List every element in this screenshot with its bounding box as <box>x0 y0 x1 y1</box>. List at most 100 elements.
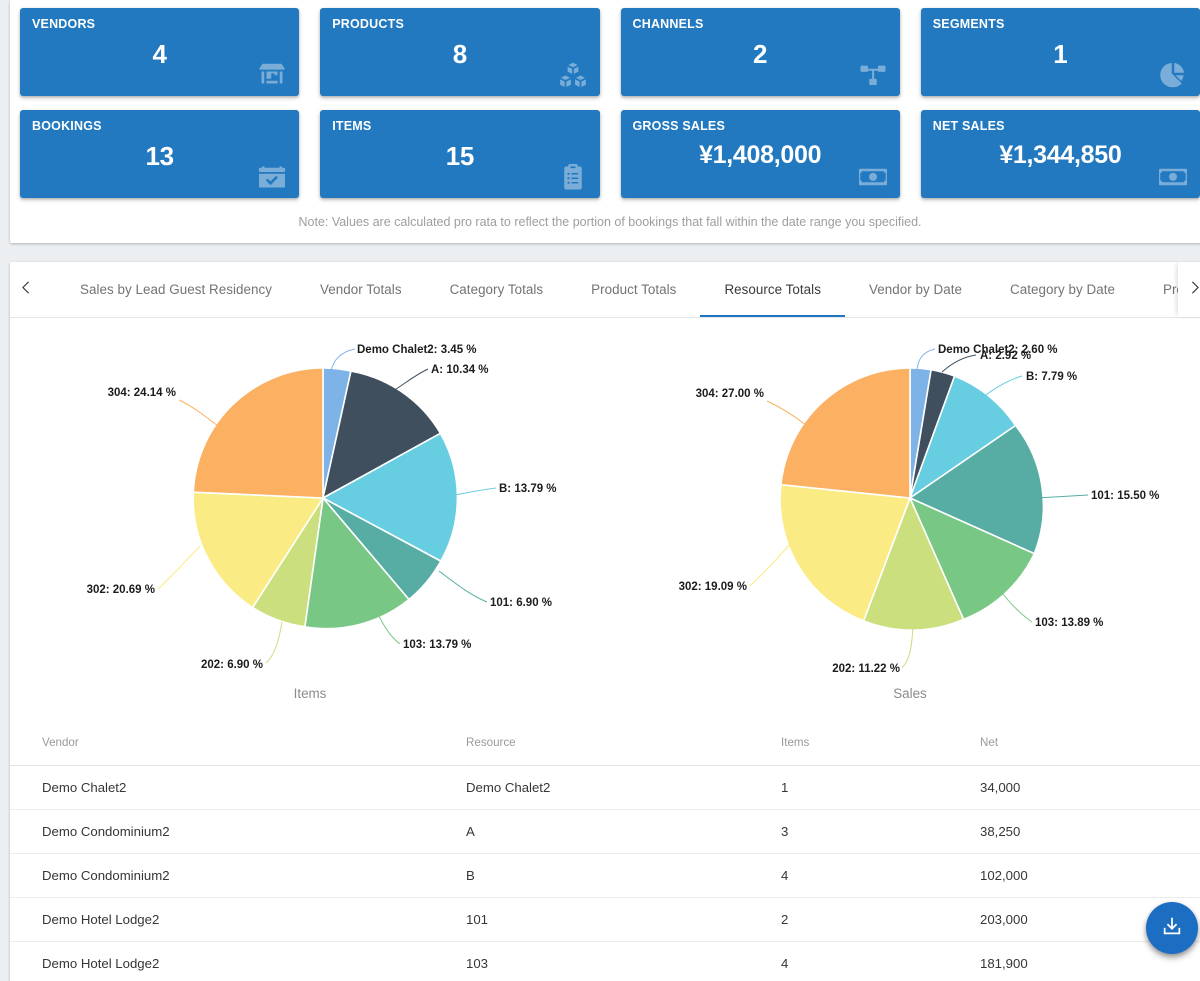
chevron-left-icon <box>18 279 35 301</box>
sales-pie-slices <box>779 367 1045 631</box>
kpi-label: PRODUCTS <box>332 17 404 31</box>
tab-bar: Sales by Lead Guest Residency Vendor Tot… <box>10 262 1200 318</box>
tab-label: Resource Totals <box>724 282 821 297</box>
tab-category-by-date[interactable]: Category by Date <box>986 262 1139 317</box>
tabs-scroll-right-button[interactable] <box>1178 262 1200 317</box>
charts-row: Demo Chalet2: 3.45 % A: 10.34 % B: 13.79… <box>10 318 1200 728</box>
tab-resource-totals[interactable]: Resource Totals <box>700 262 845 317</box>
svg-text:101: 6.90 %: 101: 6.90 % <box>490 597 552 609</box>
tabs-viewport: Sales by Lead Guest Residency Vendor Tot… <box>42 262 1178 317</box>
kpi-label: ITEMS <box>332 119 372 133</box>
kpi-card-bookings[interactable]: BOOKINGS 13 <box>20 110 300 198</box>
resource-totals-table-wrap: Vendor Resource Items Net Demo Chalet2 D… <box>10 728 1200 981</box>
table-row[interactable]: Demo Condominium2 B 4 102,000 <box>10 853 1200 898</box>
table-head: Vendor Resource Items Net <box>10 728 1200 766</box>
cell-items: 4 <box>781 941 980 981</box>
table-header-row: Vendor Resource Items Net <box>10 728 1200 766</box>
summary-panel: VENDORS 4 PRODUCTS 8 CHANNELS 2 SEGMENTS… <box>10 0 1200 243</box>
kpi-grid: VENDORS 4 PRODUCTS 8 CHANNELS 2 SEGMENTS… <box>20 8 1200 198</box>
sitemap-icon <box>858 60 888 90</box>
cell-net: 38,250 <box>980 809 1200 854</box>
svg-text:202: 11.22 %: 202: 11.22 % <box>832 663 900 675</box>
report-panel: Sales by Lead Guest Residency Vendor Tot… <box>10 262 1200 981</box>
pie-chart-icon <box>1158 60 1188 90</box>
kpi-card-segments[interactable]: SEGMENTS 1 <box>920 8 1200 96</box>
kpi-label: CHANNELS <box>632 17 704 31</box>
calendar-check-icon <box>257 162 287 192</box>
cell-resource: 103 <box>466 941 781 981</box>
kpi-card-gross-sales[interactable]: GROSS SALES ¥1,408,000 <box>620 110 900 198</box>
svg-text:101: 15.50 %: 101: 15.50 % <box>1091 490 1159 502</box>
table-row[interactable]: Demo Chalet2 Demo Chalet2 1 34,000 <box>10 765 1200 810</box>
tab-label: Vendor by Date <box>868 282 962 297</box>
cell-resource: A <box>466 809 781 854</box>
cell-items: 4 <box>781 853 980 898</box>
cell-resource: 101 <box>466 897 781 942</box>
tab-label: Vendor Totals <box>320 282 402 297</box>
store-icon <box>257 60 287 90</box>
tab-product-totals[interactable]: Product Totals <box>567 262 700 317</box>
tab-label: Sales by Lead Guest Residency <box>80 282 273 297</box>
kpi-card-items[interactable]: ITEMS 15 <box>320 110 600 198</box>
tabs-scroll-left-button[interactable] <box>10 262 42 317</box>
kpi-card-net-sales[interactable]: NET SALES ¥1,344,850 <box>920 110 1200 198</box>
download-icon <box>1161 915 1183 942</box>
column-header-net[interactable]: Net <box>980 728 1200 766</box>
download-report-button[interactable] <box>1146 902 1198 954</box>
svg-text:B: 7.79 %: B: 7.79 % <box>1026 371 1077 383</box>
kpi-label: SEGMENTS <box>932 17 1005 31</box>
clipboard-list-icon <box>558 162 588 192</box>
items-chart-caption: Items <box>293 686 327 701</box>
svg-text:103: 13.89 %: 103: 13.89 % <box>1035 617 1103 629</box>
cell-resource: B <box>466 853 781 898</box>
cell-resource: Demo Chalet2 <box>466 765 781 810</box>
cell-items: 1 <box>781 765 980 810</box>
svg-text:304: 24.14 %: 304: 24.14 % <box>108 387 176 399</box>
tab-label: Product by Date <box>1163 282 1178 297</box>
svg-text:B: 13.79 %: B: 13.79 % <box>499 483 557 495</box>
resource-totals-table: Vendor Resource Items Net Demo Chalet2 D… <box>10 728 1200 981</box>
kpi-card-vendors[interactable]: VENDORS 4 <box>20 8 300 96</box>
tab-sales-by-lead-guest-residency[interactable]: Sales by Lead Guest Residency <box>56 262 296 317</box>
tab-vendor-by-date[interactable]: Vendor by Date <box>845 262 986 317</box>
kpi-label: VENDORS <box>32 17 96 31</box>
kpi-card-products[interactable]: PRODUCTS 8 <box>320 8 600 96</box>
tab-vendor-totals[interactable]: Vendor Totals <box>296 262 426 317</box>
items-pie-svg: Demo Chalet2: 3.45 % A: 10.34 % B: 13.79… <box>87 344 557 671</box>
svg-text:304: 27.00 %: 304: 27.00 % <box>696 388 764 400</box>
sales-chart-caption: Sales <box>893 686 927 701</box>
svg-text:A: 2.92 %: A: 2.92 % <box>980 350 1031 362</box>
column-header-resource[interactable]: Resource <box>466 728 781 766</box>
cell-vendor: Demo Hotel Lodge2 <box>10 897 466 942</box>
column-header-vendor[interactable]: Vendor <box>10 728 466 766</box>
tab-category-totals[interactable]: Category Totals <box>426 262 568 317</box>
svg-text:Demo Chalet2: 3.45 %: Demo Chalet2: 3.45 % <box>357 344 477 356</box>
column-header-items[interactable]: Items <box>781 728 980 766</box>
cell-vendor: Demo Condominium2 <box>10 809 466 854</box>
sales-pie-chart: Demo Chalet2: 2.60 % A: 2.92 % B: 7.79 %… <box>610 330 1200 728</box>
items-pie-chart: Demo Chalet2: 3.45 % A: 10.34 % B: 13.79… <box>10 330 610 728</box>
kpi-label: NET SALES <box>932 119 1005 133</box>
cell-net: 34,000 <box>980 765 1200 810</box>
chevron-right-icon <box>1186 279 1200 301</box>
tab-label: Product Totals <box>591 282 677 297</box>
svg-text:302: 19.09 %: 302: 19.09 % <box>679 581 747 593</box>
tabs-strip: Sales by Lead Guest Residency Vendor Tot… <box>56 262 1178 317</box>
cell-net: 102,000 <box>980 853 1200 898</box>
cell-vendor: Demo Condominium2 <box>10 853 466 898</box>
cell-items: 3 <box>781 809 980 854</box>
table-row[interactable]: Demo Condominium2 A 3 38,250 <box>10 809 1200 854</box>
svg-text:103: 13.79 %: 103: 13.79 % <box>403 639 471 651</box>
svg-text:A: 10.34 %: A: 10.34 % <box>431 364 489 376</box>
sales-pie-svg: Demo Chalet2: 2.60 % A: 2.92 % B: 7.79 %… <box>679 344 1160 675</box>
kpi-label: GROSS SALES <box>632 119 725 133</box>
table-row[interactable]: Demo Hotel Lodge2 101 2 203,000 <box>10 897 1200 942</box>
kpi-card-channels[interactable]: CHANNELS 2 <box>620 8 900 96</box>
kpi-label: BOOKINGS <box>32 119 102 133</box>
table-body: Demo Chalet2 Demo Chalet2 1 34,000 Demo … <box>10 765 1200 981</box>
money-bill-icon <box>858 162 888 192</box>
cell-items: 2 <box>781 897 980 942</box>
prorata-note: Note: Values are calculated pro rata to … <box>298 215 922 229</box>
tab-product-by-date[interactable]: Product by Date <box>1139 262 1178 317</box>
table-row[interactable]: Demo Hotel Lodge2 103 4 181,900 <box>10 941 1200 981</box>
